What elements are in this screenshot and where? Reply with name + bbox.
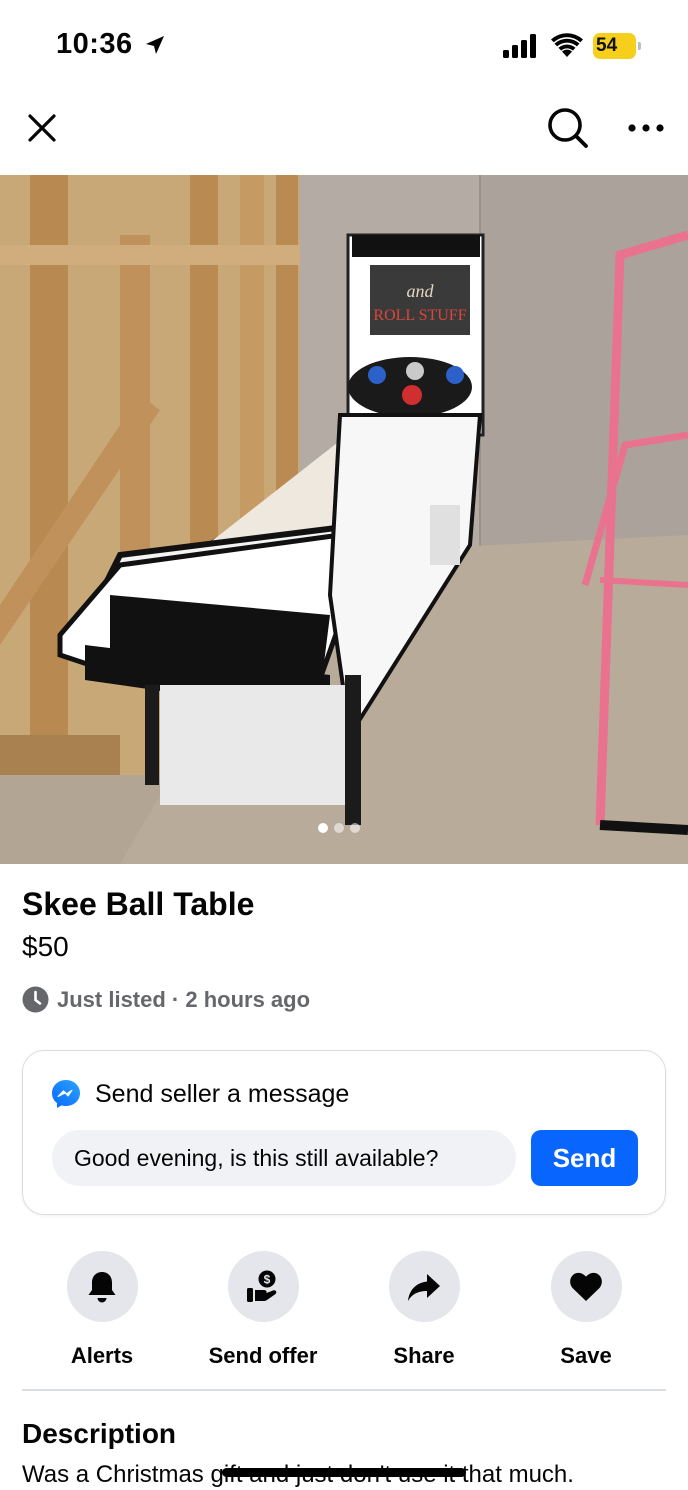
svg-text:ROLL STUFF: ROLL STUFF — [373, 307, 466, 324]
status-bar: 10:36 54 — [0, 0, 688, 92]
section-divider — [22, 1389, 666, 1391]
listing-photo[interactable]: and ROLL STUFF BARRINGTON — [0, 175, 688, 864]
listed-text: Just listed · 2 hours ago — [57, 986, 311, 1012]
cellular-signal-icon — [503, 34, 536, 58]
marketplace-listing-screen: 10:36 54 and ROLL STUFF Skee Ball Table … — [0, 0, 688, 1490]
gallery-dot[interactable] — [350, 823, 360, 833]
svg-text:and: and — [407, 281, 435, 301]
send-offer-circle[interactable]: $ — [227, 1251, 299, 1322]
location-arrow-icon — [146, 36, 164, 54]
message-heading: Send seller a message — [51, 1079, 349, 1109]
action-bar: Alerts $ Send offer Share Save — [0, 1251, 688, 1371]
battery-charging-icon: 54 — [593, 33, 641, 59]
home-indicator[interactable] — [222, 1468, 466, 1477]
save-label: Save — [560, 1343, 612, 1368]
description-heading: Description — [22, 1418, 177, 1449]
send-button[interactable]: Send — [531, 1130, 638, 1186]
svg-text:$: $ — [264, 1272, 271, 1286]
battery-level: 54 — [596, 35, 618, 56]
offer-icon: $ — [247, 1270, 277, 1302]
message-heading-text: Send seller a message — [95, 1079, 350, 1108]
save-button[interactable]: Save — [511, 1251, 661, 1369]
heart-icon — [570, 1272, 602, 1301]
listing-price: $50 — [22, 931, 69, 962]
share-button[interactable]: Share — [349, 1251, 499, 1369]
bell-icon — [88, 1271, 116, 1302]
message-input[interactable] — [52, 1130, 516, 1186]
listing-time: Just listed · 2 hours ago — [22, 986, 310, 1013]
send-offer-label: Send offer — [208, 1343, 318, 1368]
close-icon[interactable] — [22, 108, 62, 148]
gallery-dot[interactable] — [318, 823, 328, 833]
save-circle[interactable] — [550, 1251, 622, 1322]
alerts-circle[interactable] — [66, 1251, 138, 1322]
share-circle[interactable] — [388, 1251, 460, 1322]
more-icon[interactable] — [624, 108, 668, 148]
status-time: 10:36 — [56, 28, 133, 60]
messenger-icon — [52, 1080, 80, 1108]
share-icon — [408, 1273, 440, 1301]
send-offer-button[interactable]: $ Send offer — [188, 1251, 338, 1369]
alerts-label: Alerts — [70, 1343, 134, 1368]
message-seller-card: Send seller a message Send — [22, 1050, 666, 1215]
search-icon[interactable] — [544, 104, 592, 152]
wifi-icon — [551, 33, 583, 57]
skee-ball-photo: and ROLL STUFF BARRINGTON — [0, 175, 688, 864]
gallery-pagination — [318, 823, 360, 833]
share-label: Share — [393, 1343, 455, 1368]
clock-icon — [22, 986, 49, 1013]
listing-title: Skee Ball Table — [22, 886, 255, 922]
alerts-button[interactable]: Alerts — [27, 1251, 177, 1369]
gallery-dot[interactable] — [334, 823, 344, 833]
